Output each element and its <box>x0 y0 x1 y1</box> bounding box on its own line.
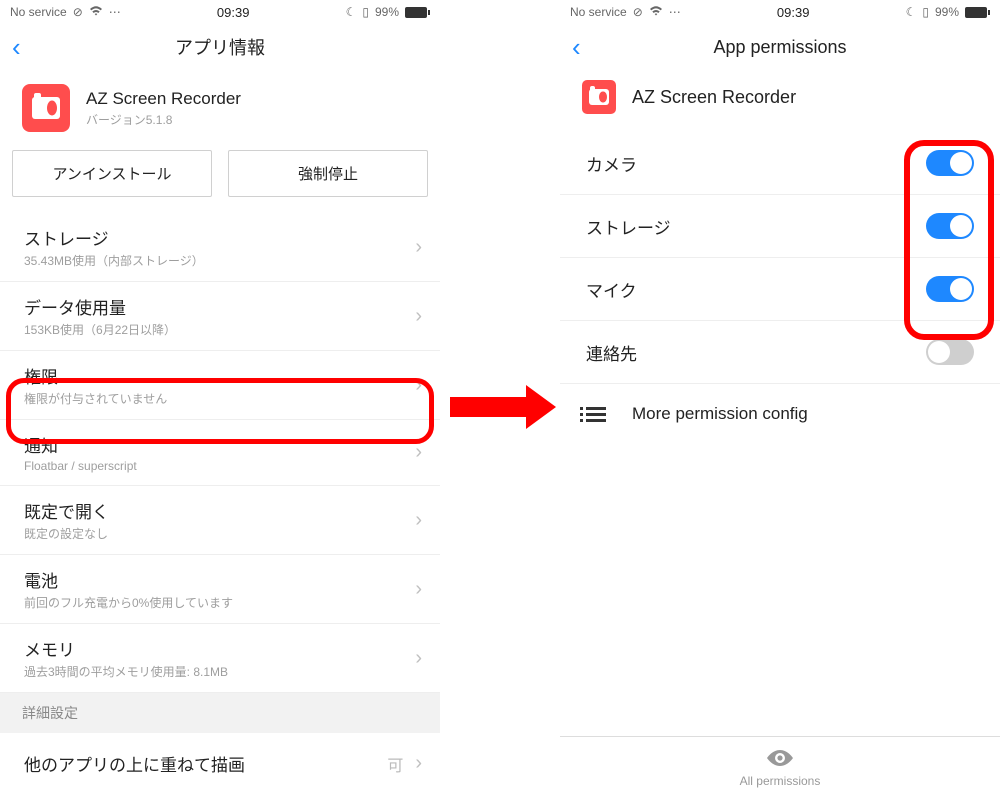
list-item-battery[interactable]: 電池 前回のフル充電から0%使用しています › <box>0 555 440 624</box>
action-button-row: アンインストール 強制停止 <box>0 150 440 213</box>
chevron-right-icon: › <box>415 374 422 397</box>
chevron-right-icon: › <box>415 752 422 775</box>
list-item-storage[interactable]: ストレージ 35.43MB使用（内部ストレージ） › <box>0 213 440 282</box>
wifi-icon <box>89 5 103 19</box>
annotation-arrow-container <box>440 0 560 800</box>
status-bar: No service ⊘ ⋯ 09:39 ☾ ▯ 99% <box>0 0 440 24</box>
list-item-draw-over-apps[interactable]: 他のアプリの上に重ねて描画 可 › <box>0 733 440 788</box>
battery-icon <box>965 7 990 18</box>
permission-camera: カメラ <box>560 132 1000 195</box>
list-item-label: 既定で開く <box>24 498 109 523</box>
toggle-microphone[interactable] <box>926 276 974 302</box>
permission-contacts: 連絡先 <box>560 321 1000 384</box>
app-icon <box>22 84 70 132</box>
battery-icon <box>405 7 430 18</box>
no-sim-icon: ⊘ <box>633 5 643 19</box>
bottom-bar-label: All permissions <box>560 774 1000 788</box>
permission-label: ストレージ <box>586 214 671 239</box>
list-item-label: 通知 <box>24 432 137 457</box>
uninstall-button[interactable]: アンインストール <box>12 150 212 197</box>
clock: 09:39 <box>121 5 346 20</box>
battery-pct: 99% <box>935 5 959 19</box>
phone-app-info: No service ⊘ ⋯ 09:39 ☾ ▯ 99% ‹ アプリ情報 AZ … <box>0 0 440 800</box>
list-item-memory[interactable]: メモリ 過去3時間の平均メモリ使用量: 8.1MB › <box>0 624 440 693</box>
wifi-icon <box>649 5 663 19</box>
list-item-sub: Floatbar / superscript <box>24 459 137 473</box>
page-title: App permissions <box>560 37 1000 58</box>
title-bar: ‹ アプリ情報 <box>0 24 440 70</box>
carrier-text: No service <box>10 5 67 19</box>
eye-icon <box>560 749 1000 772</box>
list-item-sub: 権限が付与されていません <box>24 390 167 407</box>
list-item-label: メモリ <box>24 636 228 661</box>
phone-app-permissions: No service ⊘ ⋯ 09:39 ☾ ▯ 99% ‹ App permi… <box>560 0 1000 800</box>
permission-label: マイク <box>586 277 637 302</box>
more-icon: ⋯ <box>109 5 121 19</box>
list-item-label: データ使用量 <box>24 294 176 319</box>
app-icon <box>582 80 616 114</box>
vibrate-icon: ▯ <box>362 5 369 19</box>
no-sim-icon: ⊘ <box>73 5 83 19</box>
page-title: アプリ情報 <box>0 34 440 60</box>
chevron-right-icon: › <box>415 305 422 328</box>
chevron-right-icon: › <box>415 578 422 601</box>
list-item-label: 電池 <box>24 567 233 592</box>
list-item-label: ストレージ <box>24 225 204 250</box>
list-item-label: 他のアプリの上に重ねて描画 <box>24 751 245 776</box>
list-item-sub: 過去3時間の平均メモリ使用量: 8.1MB <box>24 663 228 680</box>
app-name: AZ Screen Recorder <box>86 89 241 109</box>
value-text: 可 <box>387 752 403 776</box>
clock: 09:39 <box>681 5 906 20</box>
app-version: バージョン5.1.8 <box>86 111 241 128</box>
list-item-notifications[interactable]: 通知 Floatbar / superscript › <box>0 420 440 486</box>
list-item-sub: 前回のフル充電から0%使用しています <box>24 594 233 611</box>
moon-icon: ☾ <box>906 5 917 19</box>
more-icon: ⋯ <box>669 5 681 19</box>
chevron-right-icon: › <box>415 441 422 464</box>
moon-icon: ☾ <box>346 5 357 19</box>
status-bar: No service ⊘ ⋯ 09:39 ☾ ▯ 99% <box>560 0 1000 24</box>
permission-microphone: マイク <box>560 258 1000 321</box>
back-button[interactable]: ‹ <box>12 32 21 63</box>
list-item-sub: 153KB使用（6月22日以降） <box>24 321 176 338</box>
vibrate-icon: ▯ <box>922 5 929 19</box>
chevron-right-icon: › <box>415 509 422 532</box>
list-item-data-usage[interactable]: データ使用量 153KB使用（6月22日以降） › <box>0 282 440 351</box>
more-permission-config[interactable]: More permission config <box>560 384 1000 444</box>
permission-label: カメラ <box>586 151 637 176</box>
annotation-arrow-icon <box>450 385 556 429</box>
toggle-contacts[interactable] <box>926 339 974 365</box>
list-item-permissions[interactable]: 権限 権限が付与されていません › <box>0 351 440 420</box>
app-header: AZ Screen Recorder <box>560 70 1000 132</box>
chevron-right-icon: › <box>415 236 422 259</box>
more-permission-label: More permission config <box>632 404 808 424</box>
back-button[interactable]: ‹ <box>572 32 581 63</box>
chevron-right-icon: › <box>415 647 422 670</box>
force-stop-button[interactable]: 強制停止 <box>228 150 428 197</box>
title-bar: ‹ App permissions <box>560 24 1000 70</box>
list-item-sub: 35.43MB使用（内部ストレージ） <box>24 252 204 269</box>
settings-list: ストレージ 35.43MB使用（内部ストレージ） › データ使用量 153KB使… <box>0 213 440 693</box>
list-item-sub: 既定の設定なし <box>24 525 109 542</box>
toggle-camera[interactable] <box>926 150 974 176</box>
section-advanced-settings: 詳細設定 <box>0 693 440 733</box>
battery-pct: 99% <box>375 5 399 19</box>
list-item-open-by-default[interactable]: 既定で開く 既定の設定なし › <box>0 486 440 555</box>
bottom-bar[interactable]: All permissions <box>560 736 1000 800</box>
list-lines-icon <box>586 407 606 422</box>
permission-storage: ストレージ <box>560 195 1000 258</box>
toggle-storage[interactable] <box>926 213 974 239</box>
carrier-text: No service <box>570 5 627 19</box>
permission-label: 連絡先 <box>586 340 637 365</box>
app-name: AZ Screen Recorder <box>632 87 796 108</box>
list-item-label: 権限 <box>24 363 167 388</box>
app-header: AZ Screen Recorder バージョン5.1.8 <box>0 70 440 150</box>
